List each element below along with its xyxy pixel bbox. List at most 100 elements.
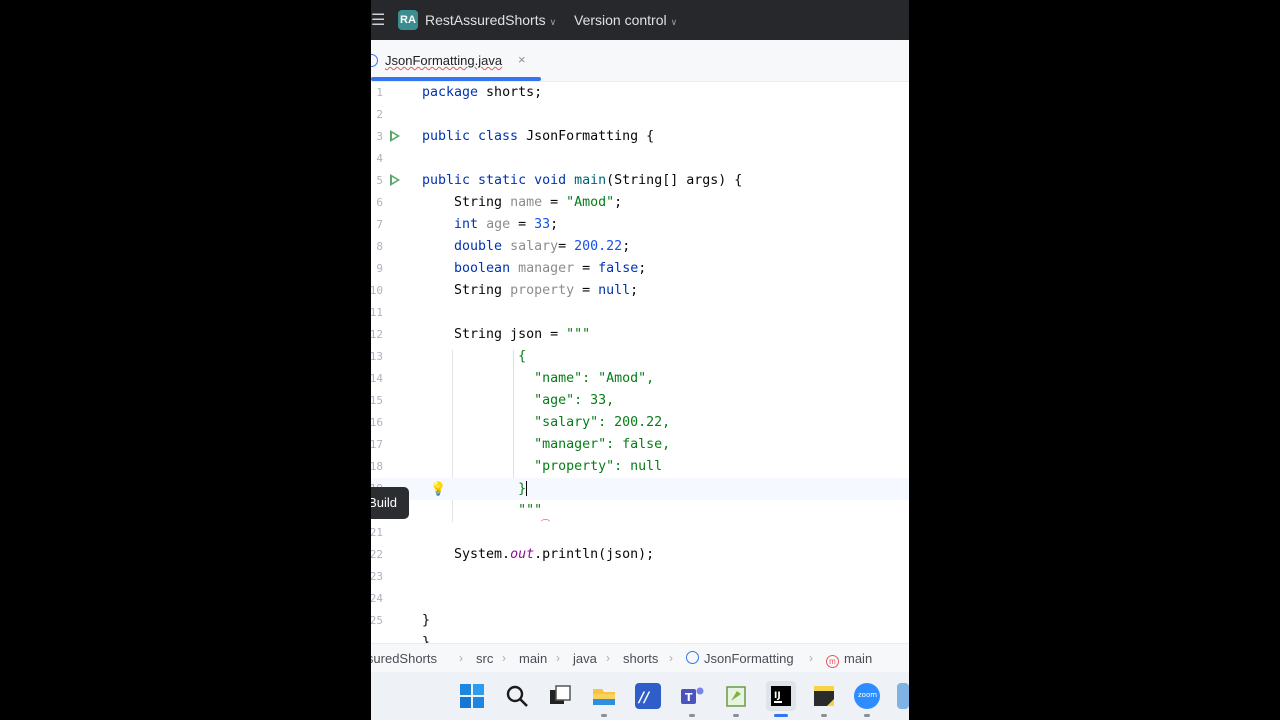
line-number: 25 — [371, 614, 383, 627]
intellij-icon[interactable]: IJ — [766, 681, 796, 711]
chevron-right-icon: › — [606, 651, 610, 665]
code-text: String name = "Amod"; — [422, 195, 623, 210]
line-number: 22 — [371, 548, 383, 561]
breadcrumb-class-label: JsonFormatting — [704, 651, 794, 666]
code-text: } — [422, 613, 431, 628]
code-line: 5 public static void main(String[] args)… — [371, 170, 909, 192]
line-number: 14 — [371, 372, 383, 385]
code-text: "manager": false, — [422, 437, 671, 452]
running-indicator — [689, 714, 695, 717]
line-number: 10 — [371, 284, 383, 297]
run-class-icon[interactable] — [390, 130, 400, 142]
project-selector[interactable]: RestAssuredShorts ∨ — [425, 12, 556, 28]
code-line: 1 package shorts; — [371, 82, 909, 104]
line-number: 4 — [376, 152, 383, 165]
chevron-right-icon: › — [809, 651, 813, 665]
code-line: 12 String json = """ — [371, 324, 909, 346]
code-text: boolean manager = false; — [454, 261, 647, 276]
code-line: 11 — [371, 302, 909, 324]
notepad-plus-icon[interactable] — [723, 683, 749, 709]
breadcrumb-project[interactable]: RestAssuredShorts — [371, 651, 437, 666]
line-number: 13 — [371, 350, 383, 363]
file-explorer-icon[interactable] — [591, 683, 617, 709]
code-line: 18 "property": null — [371, 456, 909, 478]
code-line: 2 — [371, 104, 909, 126]
search-icon[interactable] — [504, 683, 530, 709]
build-tooltip-label: Build — [371, 495, 397, 510]
breadcrumb-method[interactable]: m main — [826, 651, 872, 668]
chevron-right-icon: › — [502, 651, 506, 665]
active-tab-indicator — [371, 77, 541, 81]
close-icon[interactable]: × — [518, 52, 526, 67]
project-name: RestAssuredShorts — [425, 12, 546, 28]
code-line: 10 String property = null; — [371, 280, 909, 302]
line-number: 21 — [371, 526, 383, 539]
running-indicator — [601, 714, 607, 717]
tab-filename: JsonFormatting.java — [385, 53, 503, 68]
code-editor[interactable]: 1 package shorts; 2 3 public class JsonF… — [371, 82, 909, 650]
windows-start-icon[interactable] — [459, 683, 485, 709]
code-text: double salary= 200.22; — [454, 239, 631, 254]
code-text: public class JsonFormatting { — [422, 129, 655, 144]
line-number: 18 — [371, 460, 383, 473]
breadcrumb-class[interactable]: JsonFormatting — [686, 651, 794, 666]
line-number: 23 — [371, 570, 383, 583]
run-main-icon[interactable] — [390, 174, 400, 186]
code-line: 3 public class JsonFormatting { — [371, 126, 909, 148]
line-number: 15 — [371, 394, 383, 407]
code-line: 9 boolean manager = false; — [371, 258, 909, 280]
ide-window: ☰ RA RestAssuredShorts ∨ Version control ∨… — [371, 0, 909, 720]
code-line: 20 """ — [371, 500, 909, 522]
line-number: 17 — [371, 438, 383, 451]
chevron-right-icon: › — [669, 651, 673, 665]
breadcrumb-main[interactable]: main — [519, 651, 547, 666]
line-number: 5 — [376, 174, 383, 187]
line-number: 6 — [376, 196, 383, 209]
zoom-icon[interactable]: zoom — [854, 683, 880, 709]
code-text: "salary": 200.22, — [422, 415, 671, 430]
chevron-down-icon: ∨ — [549, 17, 557, 27]
project-badge[interactable]: RA — [398, 10, 418, 30]
line-number: 24 — [371, 592, 383, 605]
task-view-icon[interactable] — [547, 683, 573, 709]
code-line: 13 { — [371, 346, 909, 368]
code-line: 16 "salary": 200.22, — [371, 412, 909, 434]
code-line: 24 — [371, 588, 909, 610]
code-line: 4 — [371, 148, 909, 170]
code-line: 25 } — [371, 610, 909, 632]
app-icon[interactable] — [897, 683, 909, 709]
active-app-indicator — [774, 714, 788, 717]
code-line: 21 — [371, 522, 909, 544]
code-line: 22 System.out.println(json); — [371, 544, 909, 566]
method-icon: m — [826, 655, 839, 668]
running-indicator — [821, 714, 827, 717]
code-line: 15 "age": 33, — [371, 390, 909, 412]
line-number: 12 — [371, 328, 383, 341]
code-line: 7 int age = 33; — [371, 214, 909, 236]
breadcrumb-src[interactable]: src — [476, 651, 493, 666]
svg-text://: // — [637, 690, 651, 706]
visual-studio-icon[interactable]: // — [635, 683, 661, 709]
breadcrumb: RestAssuredShorts › src › main › java › … — [371, 643, 909, 673]
code-line: 6 String name = "Amod"; — [371, 192, 909, 214]
breadcrumb-shorts[interactable]: shorts — [623, 651, 658, 666]
code-text: String property = null; — [422, 283, 639, 298]
code-line: 23 — [371, 566, 909, 588]
hamburger-menu-icon[interactable]: ☰ — [371, 10, 385, 30]
svg-text:IJ: IJ — [774, 691, 781, 701]
code-line: 17 "manager": false, — [371, 434, 909, 456]
line-number: 11 — [371, 306, 383, 319]
line-number: 1 — [376, 86, 383, 99]
teams-icon[interactable]: T — [679, 683, 705, 709]
code-text: "property": null — [422, 459, 663, 474]
code-text: "name": "Amod", — [422, 371, 655, 386]
code-text: package shorts; — [422, 85, 543, 100]
version-control-label: Version control — [574, 12, 667, 28]
class-icon — [686, 651, 699, 664]
breadcrumb-java[interactable]: java — [573, 651, 597, 666]
version-control-menu[interactable]: Version control ∨ — [574, 12, 677, 28]
code-line: 14 "name": "Amod", — [371, 368, 909, 390]
title-bar: ☰ RA RestAssuredShorts ∨ Version control ∨ — [371, 0, 909, 40]
sticky-notes-icon[interactable] — [811, 683, 837, 709]
tab-jsonformatting[interactable]: JsonFormatting.java × — [371, 40, 541, 81]
